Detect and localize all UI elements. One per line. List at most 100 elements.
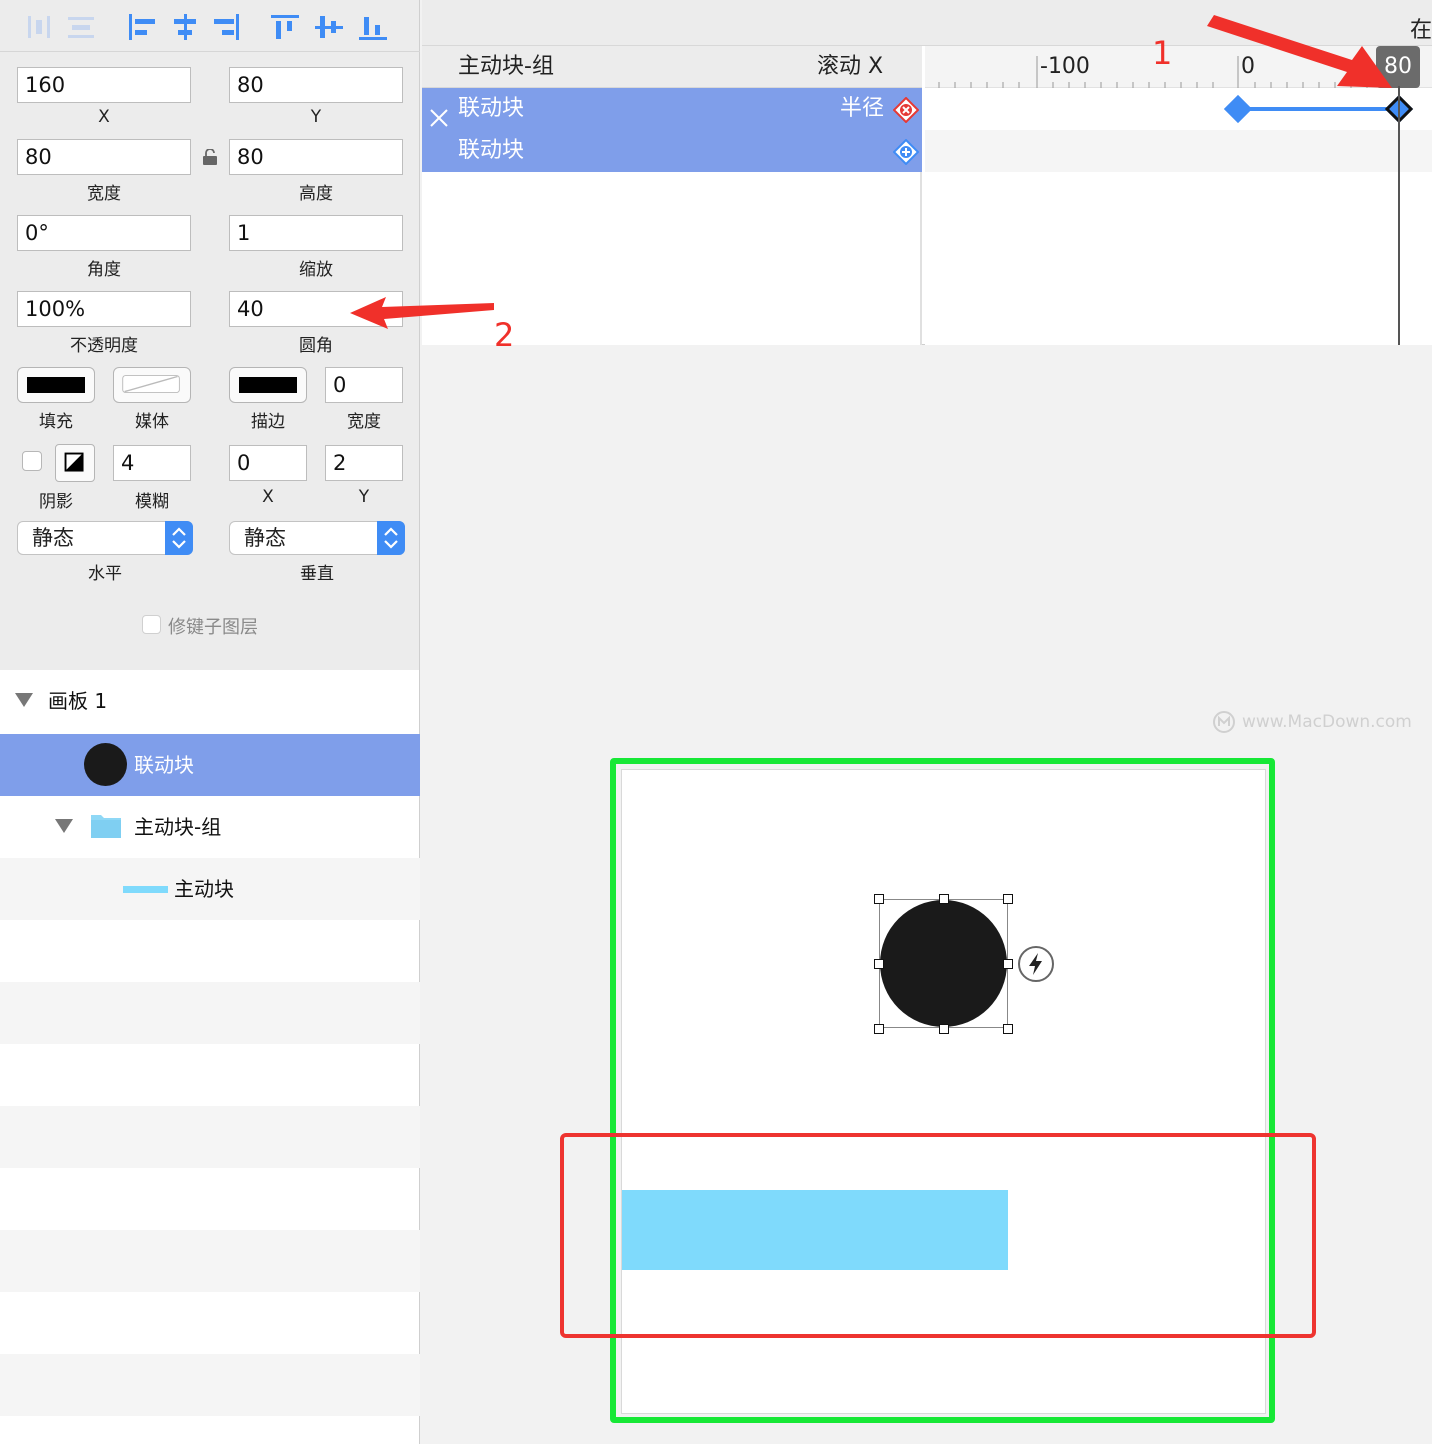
distribute-horizontal-icon[interactable] xyxy=(22,12,56,42)
group-name: 主动块-组 xyxy=(458,54,554,79)
annotation-label-1: 1 xyxy=(1152,34,1173,72)
layer-row-linked-block[interactable]: 联动块 xyxy=(0,734,420,796)
fill-swatch[interactable] xyxy=(17,367,95,403)
shadow-y-label: Y xyxy=(358,487,370,507)
playhead-line[interactable] xyxy=(1398,86,1400,345)
height-label: 高度 xyxy=(299,184,333,204)
layer-label: 主动块 xyxy=(174,877,234,901)
track-layer-name: 联动块 xyxy=(458,138,525,163)
align-center-horizontal-icon[interactable] xyxy=(168,12,202,42)
track-row-background xyxy=(925,130,1432,172)
timeline-header: 主动块-组 滚动 X xyxy=(422,46,922,88)
empty-row xyxy=(0,1168,420,1230)
timeline-row-linked[interactable]: 联动块 xyxy=(422,130,922,172)
empty-row xyxy=(0,1044,420,1106)
watermark-text: www.MacDown.com xyxy=(1242,712,1412,732)
annotation-red-box xyxy=(560,1133,1316,1338)
circle-layer-icon xyxy=(84,743,127,786)
opacity-field[interactable]: 100% xyxy=(17,291,191,327)
x-label: X xyxy=(98,107,110,127)
shadow-x-field[interactable]: 0 xyxy=(229,445,307,481)
track-layer-name: 联动块 xyxy=(458,96,525,121)
empty-row xyxy=(0,1292,420,1354)
align-middle-vertical-icon[interactable] xyxy=(312,12,346,42)
distribute-vertical-icon[interactable] xyxy=(64,12,98,42)
timeline-row-linked-radius[interactable]: 联动块 半径 xyxy=(422,88,922,130)
horizontal-pin-label: 水平 xyxy=(88,564,122,584)
keyframe-span xyxy=(1238,107,1398,111)
timeline-panel: 在 主动块-组 滚动 X -100 0 80 联动块 半径 联动块 1 xyxy=(422,0,1432,345)
media-swatch[interactable] xyxy=(113,367,191,403)
layer-label: 画板 1 xyxy=(48,689,108,713)
select-stepper-icon xyxy=(377,521,405,555)
empty-row xyxy=(0,1354,420,1416)
canvas-area: www.MacDown.com xyxy=(422,346,1432,1444)
track-property: 半径 xyxy=(840,96,885,121)
vertical-pin-label: 垂直 xyxy=(300,564,334,584)
lock-children-checkbox[interactable] xyxy=(142,615,161,634)
watermark-logo-icon xyxy=(1213,711,1235,733)
timeline-tracks xyxy=(925,86,1432,345)
shadow-color-swatch[interactable] xyxy=(55,444,95,482)
layer-row-artboard[interactable]: 画板 1 xyxy=(0,670,420,732)
y-field[interactable]: 80 xyxy=(229,67,403,103)
width-label: 宽度 xyxy=(87,184,121,204)
align-top-icon[interactable] xyxy=(268,12,302,42)
add-keyframe-icon[interactable] xyxy=(892,138,920,180)
height-field[interactable]: 80 xyxy=(229,139,403,175)
shadow-label: 阴影 xyxy=(39,492,73,512)
shadow-y-field[interactable]: 2 xyxy=(325,445,403,481)
rectangle-layer-icon xyxy=(123,886,168,893)
vertical-pin-select[interactable]: 静态 xyxy=(229,521,405,555)
layer-label: 联动块 xyxy=(134,753,194,777)
empty-row xyxy=(0,920,420,982)
media-label: 媒体 xyxy=(135,412,169,432)
fill-label: 填充 xyxy=(39,412,73,432)
align-left-icon[interactable] xyxy=(126,12,160,42)
layer-row-group[interactable]: 主动块-组 xyxy=(0,796,420,858)
select-stepper-icon xyxy=(165,521,193,555)
ruler-label: -100 xyxy=(1040,54,1090,79)
layer-row-main-block[interactable]: 主动块 xyxy=(0,858,420,920)
shadow-x-label: X xyxy=(262,487,274,507)
app-window: 160 X 80 Y 80 宽度 80 高度 0° 角度 1 缩放 100% 不… xyxy=(0,0,1432,1444)
disclosure-triangle-icon[interactable] xyxy=(15,692,33,711)
shadow-checkbox[interactable] xyxy=(22,451,42,471)
inspector-panel: 160 X 80 Y 80 宽度 80 高度 0° 角度 1 缩放 100% 不… xyxy=(0,0,420,670)
disclosure-triangle-icon[interactable] xyxy=(55,818,73,837)
timeline-track-list: 联动块 半径 联动块 xyxy=(422,88,922,345)
width-field[interactable]: 80 xyxy=(17,139,191,175)
keyframe-start-icon[interactable] xyxy=(1223,94,1253,124)
shadow-blur-label: 模糊 xyxy=(135,492,169,512)
angle-label: 角度 xyxy=(87,260,121,280)
angle-field[interactable]: 0° xyxy=(17,215,191,251)
lock-children-label: 修键子图层 xyxy=(168,617,258,638)
empty-row xyxy=(0,982,420,1044)
layers-panel: 画板 1 联动块 主动块-组 主动块 xyxy=(0,670,420,1444)
stroke-label: 描边 xyxy=(251,412,285,432)
layer-label: 主动块-组 xyxy=(134,815,222,839)
annotation-arrow-1 xyxy=(1207,15,1392,88)
folder-icon xyxy=(90,811,122,843)
annotation-arrow-2 xyxy=(350,297,494,329)
horizontal-pin-select[interactable]: 静态 xyxy=(17,521,193,555)
scale-field[interactable]: 1 xyxy=(229,215,403,251)
driver-property[interactable]: 滚动 X xyxy=(817,46,883,88)
empty-row xyxy=(0,1106,420,1168)
y-label: Y xyxy=(310,107,322,127)
align-bottom-icon[interactable] xyxy=(356,12,390,42)
opacity-label: 不透明度 xyxy=(70,336,138,356)
stroke-width-field[interactable]: 0 xyxy=(325,367,403,403)
shadow-blur-field[interactable]: 4 xyxy=(113,445,191,481)
stroke-swatch[interactable] xyxy=(229,367,307,403)
align-toolbar xyxy=(0,0,420,52)
lock-icon[interactable] xyxy=(202,148,218,165)
vertical-pin-value: 静态 xyxy=(244,526,286,550)
scale-label: 缩放 xyxy=(299,260,333,280)
stroke-width-label: 宽度 xyxy=(347,412,381,432)
empty-row xyxy=(0,1230,420,1292)
align-right-icon[interactable] xyxy=(208,12,242,42)
horizontal-pin-value: 静态 xyxy=(32,526,74,550)
watermark: www.MacDown.com xyxy=(1212,710,1412,734)
x-field[interactable]: 160 xyxy=(17,67,191,103)
